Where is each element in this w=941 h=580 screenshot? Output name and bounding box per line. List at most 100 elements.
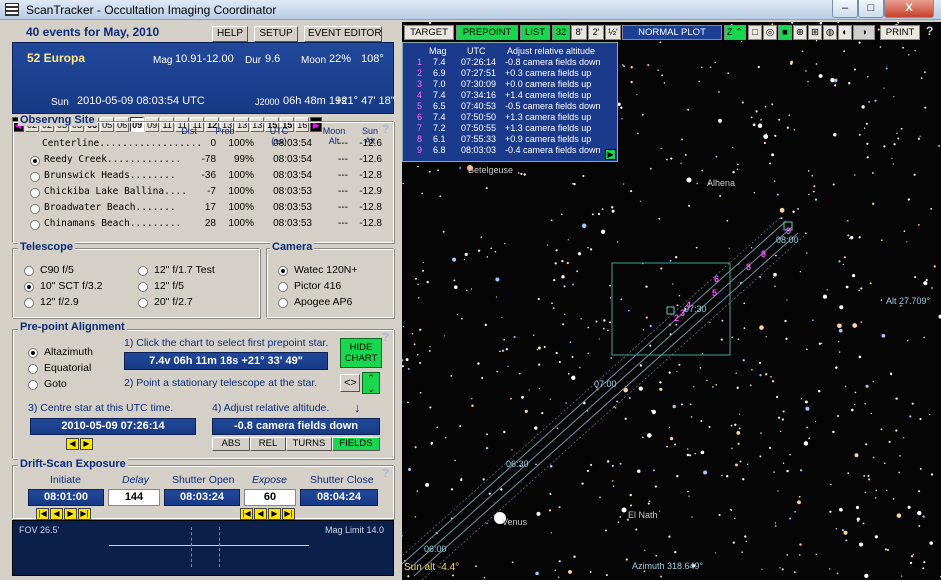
telescope-option[interactable]: 12" f/5 — [154, 280, 184, 292]
time-label-0800: 08:00 — [776, 235, 799, 245]
telescope-radio[interactable] — [138, 282, 148, 292]
site-radio[interactable] — [30, 204, 40, 214]
site-row[interactable]: Broadwater Beach....... 17 100% 08:03:53… — [22, 202, 382, 217]
step-forward-icon[interactable]: ▶ — [64, 508, 77, 520]
target-circle-icon[interactable]: ◎ — [763, 25, 777, 40]
pp-row[interactable]: 8 6.1 07:55:33 +0.9 camera fields up — [403, 134, 619, 145]
mount-option[interactable]: Equatorial — [44, 362, 91, 374]
normal-plot-button[interactable]: NORMAL PLOT — [622, 25, 722, 40]
up-down-stepper-icon[interactable]: ⌃ ⌄ — [362, 372, 380, 394]
camera-option[interactable]: Apogee AP6 — [294, 296, 352, 308]
pp-row[interactable]: 5 6.5 07:40:53 -0.5 camera fields down — [403, 101, 619, 112]
rewind-icon[interactable]: |◀ — [36, 508, 49, 520]
filled-square-icon[interactable]: ■ — [778, 25, 792, 40]
crosshair-icon[interactable]: ⊕ — [793, 25, 807, 40]
turns-button[interactable]: TURNS — [286, 437, 332, 451]
telescope-option[interactable]: 20" f/2.7 — [154, 296, 193, 308]
site-row[interactable]: Brunswick Heads........ -36 100% 08:03:5… — [22, 170, 382, 185]
help-question-icon[interactable]: ? — [382, 330, 389, 344]
prepoint-button[interactable]: PREPOINT — [456, 25, 518, 40]
grid-icon[interactable]: ⊞ — [808, 25, 822, 40]
telescope-option[interactable]: 12" f/2.9 — [40, 296, 79, 308]
site-row[interactable]: Reedy Creek............. -78 99% 08:03:5… — [22, 154, 382, 169]
print-button[interactable]: PRINT — [880, 25, 920, 40]
help-question-icon[interactable]: ? — [926, 24, 933, 38]
site-prob: 100% — [228, 170, 254, 181]
pp-row[interactable]: 4 7.4 07:34:16 +1.4 camera fields up — [403, 90, 619, 101]
scale-32-button[interactable]: 32 — [552, 25, 570, 40]
prev-step-icon[interactable]: ◀ — [66, 438, 79, 450]
delay-value[interactable]: 144 — [108, 489, 160, 506]
pp-row[interactable]: 6 7.4 07:50:50 +1.3 camera fields up — [403, 112, 619, 123]
step-back-icon[interactable]: ◀ — [50, 508, 63, 520]
mount-option[interactable]: Goto — [44, 378, 67, 390]
close-button[interactable]: X — [884, 0, 934, 18]
pp-row[interactable]: 1 7.4 07:26:14 -0.8 camera fields down — [403, 57, 619, 68]
shade-icon[interactable]: ◑ — [853, 25, 875, 40]
fast-forward-icon[interactable]: ▶| — [78, 508, 91, 520]
rel-button[interactable]: REL — [250, 437, 286, 451]
square-icon[interactable]: □ — [748, 25, 762, 40]
event-editor-button[interactable]: EVENT EDITOR — [304, 26, 382, 42]
fast-forward-icon[interactable]: ▶| — [282, 508, 295, 520]
telescope-radio[interactable] — [24, 298, 34, 308]
moon-phase-icon[interactable]: ◐ — [838, 25, 852, 40]
list-button[interactable]: LIST — [520, 25, 550, 40]
mount-radio[interactable] — [28, 364, 38, 374]
site-row[interactable]: Chinamans Beach......... 28 100% 08:03:5… — [22, 218, 382, 233]
telescope-option[interactable]: 12" f/1.7 Test — [154, 264, 215, 276]
help-button[interactable]: HELP — [212, 26, 248, 42]
pp-row[interactable]: 7 7.2 07:50:55 +1.3 camera fields up — [403, 123, 619, 134]
initiate-time: 08:01:00 — [28, 489, 104, 506]
minimize-button[interactable]: – — [832, 0, 858, 18]
next-step-icon[interactable]: ▶ — [80, 438, 93, 450]
zoom-button[interactable]: Z ⌃ — [724, 25, 746, 40]
mount-radio-selected[interactable] — [28, 348, 38, 358]
app-menu-icon[interactable] — [5, 3, 19, 16]
site-radio[interactable] — [30, 172, 40, 182]
pp-row[interactable]: 2 6.9 07:27:51 +0.3 camera fields up — [403, 68, 619, 79]
telescope-option[interactable]: 10" SCT f/3.2 — [40, 280, 102, 292]
pp-row[interactable]: 3 7.0 07:30:09 +0.0 camera fields up — [403, 79, 619, 90]
maximize-button[interactable]: □ — [858, 0, 884, 18]
dur-label: Dur — [245, 55, 262, 66]
site-radio[interactable] — [30, 188, 40, 198]
mount-radio[interactable] — [28, 380, 38, 390]
help-question-icon[interactable]: ? — [382, 466, 389, 480]
step1-hint: 1) Click the chart to select first prepo… — [124, 337, 329, 349]
scale-2-button[interactable]: 2' — [588, 25, 604, 40]
site-radio[interactable] — [30, 156, 40, 166]
pp-next-icon[interactable]: ▶ — [605, 149, 616, 160]
telescope-radio[interactable] — [138, 266, 148, 276]
help-question-icon[interactable]: ? — [382, 122, 389, 136]
step-back-icon[interactable]: ◀ — [254, 508, 267, 520]
target-button[interactable]: TARGET — [404, 25, 454, 40]
site-name: Chickiba Lake Ballina.... — [44, 186, 187, 197]
globe-icon[interactable]: ◍ — [823, 25, 837, 40]
expose-value[interactable]: 60 — [244, 489, 296, 506]
camera-radio-selected[interactable] — [278, 266, 288, 276]
scale-8-button[interactable]: 8' — [571, 25, 587, 40]
telescope-radio[interactable] — [24, 266, 34, 276]
telescope-option[interactable]: C90 f/5 — [40, 264, 74, 276]
camera-radio[interactable] — [278, 282, 288, 292]
abs-button[interactable]: ABS — [212, 437, 250, 451]
site-row[interactable]: Chickiba Lake Ballina.... -7 100% 08:03:… — [22, 186, 382, 201]
setup-button[interactable]: SETUP — [254, 26, 298, 42]
camera-radio[interactable] — [278, 298, 288, 308]
rewind-icon[interactable]: |◀ — [240, 508, 253, 520]
site-moon: --- — [338, 218, 348, 229]
telescope-radio[interactable] — [138, 298, 148, 308]
camera-option[interactable]: Watec 120N+ — [294, 264, 358, 276]
telescope-radio-selected[interactable] — [24, 282, 34, 292]
step-forward-icon[interactable]: ▶ — [268, 508, 281, 520]
pp-row[interactable]: 9 6.8 08:03:03 -0.4 camera fields down — [403, 145, 619, 156]
site-radio[interactable] — [30, 220, 40, 230]
fields-button[interactable]: FIELDS — [332, 437, 380, 451]
hide-chart-button[interactable]: HIDE CHART — [340, 338, 382, 368]
swap-arrows-icon[interactable]: <> — [340, 374, 360, 392]
mount-option[interactable]: Altazimuth — [44, 346, 93, 358]
scale-half-button[interactable]: ½' — [605, 25, 621, 40]
site-row[interactable]: Centerline.................. 0 100% 08:0… — [22, 138, 382, 153]
camera-option[interactable]: Pictor 416 — [294, 280, 341, 292]
